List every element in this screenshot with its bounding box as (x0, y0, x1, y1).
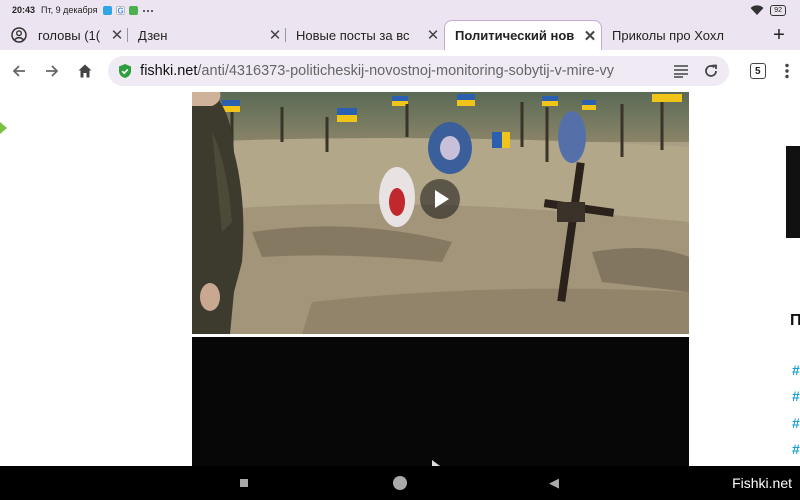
recents-icon[interactable] (240, 479, 248, 487)
close-icon[interactable]: ✕ (106, 26, 128, 44)
video-player-2[interactable] (192, 337, 689, 466)
menu-button[interactable] (774, 54, 800, 88)
system-nav-bar: ◀ Fishki.net (0, 466, 800, 500)
video-player[interactable] (192, 92, 689, 334)
sidebar-tag-link[interactable]: # (792, 441, 800, 457)
tab-label: Дзен (138, 27, 168, 43)
url-path: /anti/4316373-politicheskij-novostnoj-mo… (197, 63, 615, 79)
tab-count: 5 (749, 63, 766, 79)
sidebar-heading: П (790, 312, 800, 329)
forward-button[interactable] (35, 54, 68, 88)
new-tab-button[interactable]: + (762, 20, 796, 50)
status-date: Пт, 9 декабря (41, 5, 98, 15)
more-vert-icon (785, 63, 789, 79)
close-icon[interactable]: ✕ (579, 27, 601, 45)
tab-label: Новые посты за вс (296, 27, 410, 43)
tab-dzen[interactable]: Дзен ✕ (128, 20, 286, 50)
tab-golovy[interactable]: головы (1( ✕ (38, 20, 128, 50)
google-icon: G (116, 5, 126, 15)
tab-label: Политический нов (455, 28, 575, 43)
account-button[interactable] (0, 20, 38, 50)
sidebar-tag-link[interactable]: # (792, 362, 800, 378)
tab-new-posts[interactable]: Новые посты за вс ✕ (286, 20, 444, 50)
home-icon (78, 64, 92, 78)
sidebar-tag-link[interactable]: # (792, 388, 800, 404)
page-content: П # # # # (0, 92, 800, 466)
sidebar-tag-link[interactable]: # (792, 415, 800, 431)
tab-label: головы (1( (38, 27, 101, 43)
home-button[interactable] (69, 54, 102, 88)
arrow-right-icon (46, 65, 59, 77)
svg-text:G: G (118, 6, 124, 15)
battery-icon: 92 (770, 4, 786, 16)
sidebar-banner (786, 146, 800, 238)
arrow-left-icon (12, 65, 25, 77)
account-icon (11, 27, 27, 43)
tab-label: Приколы про Хохл (612, 27, 724, 43)
secure-shield-icon (119, 64, 132, 78)
telegram-icon (103, 5, 113, 15)
watermark: Fishki.net (732, 475, 792, 491)
browser-toolbar: fishki.net /anti/4316373-politicheskij-n… (0, 50, 800, 92)
side-arrow-icon (0, 122, 7, 134)
close-icon[interactable]: ✕ (422, 26, 444, 44)
status-bar: 20:43 Пт, 9 декабря G 92 (0, 0, 800, 20)
reader-mode-icon[interactable] (673, 64, 689, 78)
back-button[interactable] (2, 54, 35, 88)
tab-switcher-button[interactable]: 5 (741, 54, 774, 88)
play-button[interactable] (420, 179, 460, 219)
plus-icon: + (773, 23, 785, 46)
close-icon[interactable]: ✕ (264, 26, 286, 44)
address-bar[interactable]: fishki.net /anti/4316373-politicheskij-n… (108, 56, 730, 86)
tab-jokes[interactable]: Приколы про Хохл (602, 20, 762, 50)
tab-political-news[interactable]: Политический нов ✕ (444, 20, 602, 50)
home-circle-icon[interactable] (393, 476, 407, 490)
tab-strip: головы (1( ✕ Дзен ✕ Новые посты за вс ✕ … (0, 20, 800, 50)
more-dots-icon (142, 6, 154, 15)
gallery-icon (129, 5, 139, 15)
back-triangle-icon[interactable]: ◀ (549, 475, 559, 491)
status-time: 20:43 (12, 5, 36, 15)
reload-icon[interactable] (703, 63, 719, 79)
wifi-icon (750, 4, 764, 15)
url-domain: fishki.net (140, 63, 198, 79)
